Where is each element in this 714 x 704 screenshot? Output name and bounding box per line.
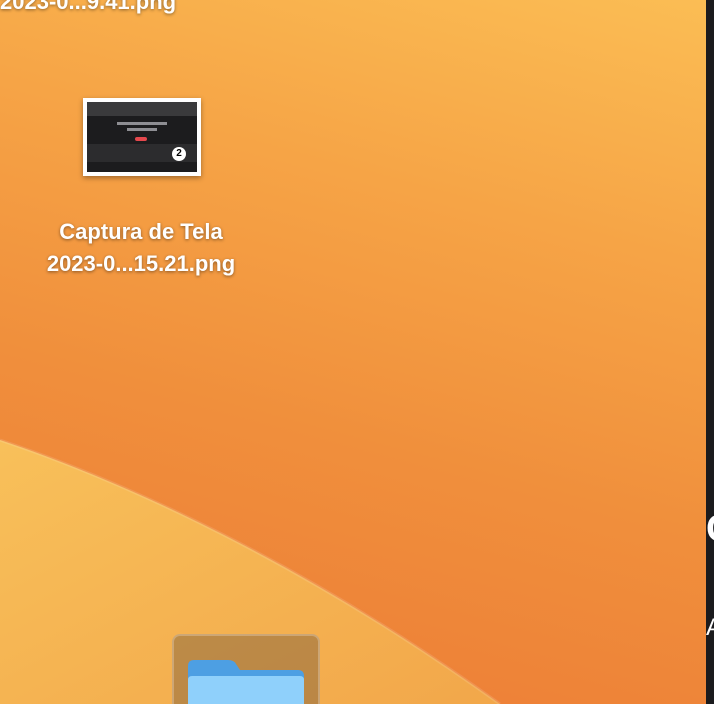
thumbnail-badge: 2 bbox=[172, 147, 186, 161]
desktop-wallpaper: 2023-0...9.41.png 2 Captura de Tela 2023… bbox=[0, 0, 706, 704]
screenshot-file-icon[interactable]: 2 Captura de Tela 2023-0...15.21.png bbox=[47, 94, 235, 330]
screenshot-thumbnail[interactable]: 2 bbox=[83, 98, 201, 176]
folder-item[interactable] bbox=[172, 634, 320, 704]
edge-glyph-small: A bbox=[706, 614, 714, 642]
right-window-edge: C A bbox=[706, 0, 714, 704]
screenshot-file-label[interactable]: Captura de Tela 2023-0...15.21.png bbox=[30, 216, 252, 280]
edge-glyph-big: C bbox=[706, 508, 714, 551]
folder-icon bbox=[188, 660, 304, 704]
file-label-top[interactable]: 2023-0...9.41.png bbox=[0, 0, 200, 18]
thumbnail-preview: 2 bbox=[87, 102, 197, 172]
file-label-line1: Captura de Tela bbox=[59, 219, 223, 244]
file-label-line2: 2023-0...15.21.png bbox=[46, 251, 236, 276]
